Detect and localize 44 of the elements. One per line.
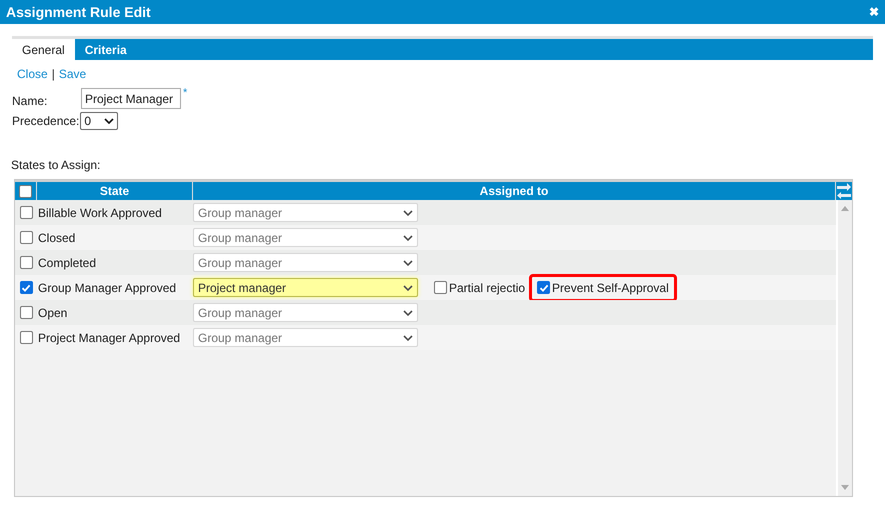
window-title: Assignment Rule Edit xyxy=(6,2,151,22)
close-button[interactable]: ✖ xyxy=(869,3,879,21)
table-cell-text: Project Manager Approved xyxy=(37,330,182,346)
required-mark: * xyxy=(183,88,188,99)
caret-icon xyxy=(403,234,413,240)
caret-icon xyxy=(403,334,413,340)
table-cell-text: Billable Work Approved xyxy=(37,204,163,222)
assignee-dropdown[interactable]: Group manager xyxy=(193,303,418,322)
table-cell-text: Closed xyxy=(37,230,76,246)
field-label: Name: xyxy=(12,93,48,110)
caret-icon xyxy=(104,118,114,124)
checkbox[interactable] xyxy=(20,256,32,269)
checkbox[interactable] xyxy=(537,281,550,294)
tab[interactable]: Criteria xyxy=(74,39,137,60)
checkbox[interactable] xyxy=(20,281,32,294)
checkbox[interactable] xyxy=(19,184,32,198)
checkbox[interactable] xyxy=(434,281,447,294)
caret-icon xyxy=(403,260,413,266)
assignee-dropdown[interactable]: Group manager xyxy=(193,228,418,247)
precedence-dropdown[interactable]: 0 xyxy=(80,112,118,130)
table-cell-text: Completed xyxy=(37,254,98,272)
link[interactable]: Save xyxy=(58,65,86,83)
caret-icon xyxy=(403,210,413,216)
checkbox[interactable] xyxy=(20,331,32,344)
checkbox-label: Partial rejectio xyxy=(449,280,526,296)
assignee-dropdown[interactable]: Group manager xyxy=(193,253,418,272)
assignee-dropdown[interactable]: Group manager xyxy=(193,328,418,347)
swap-columns-icon[interactable] xyxy=(836,182,852,200)
link-separator: | xyxy=(52,66,55,83)
assignee-dropdown[interactable]: Group manager xyxy=(193,203,418,222)
checkbox[interactable] xyxy=(20,206,32,219)
table-cell-text: Open xyxy=(37,304,68,322)
caret-icon xyxy=(403,284,413,290)
field-label: Precedence: xyxy=(12,113,80,130)
checkbox-label: Prevent Self-Approval xyxy=(552,280,669,296)
link[interactable]: Close xyxy=(17,65,48,83)
caret-icon xyxy=(403,310,413,316)
tab[interactable]: General xyxy=(12,39,75,60)
name-field[interactable]: Project Manager xyxy=(81,88,181,109)
checkbox[interactable] xyxy=(20,306,32,319)
checkbox[interactable] xyxy=(20,231,32,244)
assignee-dropdown[interactable]: Project manager xyxy=(193,278,418,297)
table-cell-text: Group Manager Approved xyxy=(37,280,178,296)
section-label: States to Assign: xyxy=(11,157,102,174)
